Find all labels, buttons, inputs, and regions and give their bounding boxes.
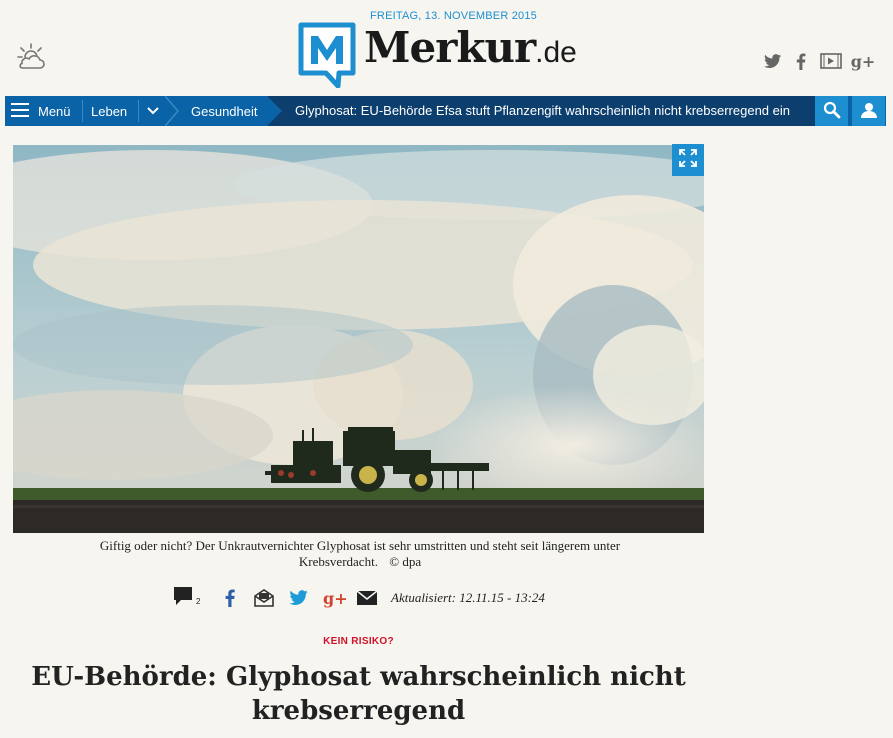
video-icon[interactable] bbox=[820, 50, 842, 72]
article-kicker: KEIN RISIKO? bbox=[323, 636, 394, 647]
breadcrumb-gesundheit[interactable]: Gesundheit bbox=[191, 96, 258, 126]
comment-icon bbox=[173, 586, 193, 611]
menu-button[interactable]: Menü bbox=[11, 96, 71, 126]
expand-image-button[interactable] bbox=[672, 144, 704, 176]
facebook-icon[interactable] bbox=[790, 50, 812, 72]
chevron-down-icon[interactable] bbox=[146, 96, 160, 126]
merkur-logo-text: Merkur.de bbox=[364, 22, 577, 79]
twitter-icon[interactable] bbox=[762, 50, 784, 72]
merkur-logo[interactable]: Merkur.de bbox=[298, 22, 598, 89]
nav-headline-link[interactable]: Glyphosat: EU-Behörde Efsa stuft Pflanze… bbox=[295, 96, 790, 126]
email-share-icon[interactable] bbox=[357, 586, 377, 610]
breadcrumb-leben[interactable]: Leben bbox=[91, 96, 127, 126]
comment-count: 2 bbox=[196, 596, 201, 606]
nav-divider bbox=[138, 100, 139, 122]
caption-text: Giftig oder nicht? Der Unkrautvernichter… bbox=[99, 538, 621, 569]
menu-label: Menü bbox=[38, 103, 71, 119]
google-plus-icon[interactable]: g+ bbox=[851, 50, 876, 72]
search-icon bbox=[823, 101, 841, 122]
facebook-share-icon[interactable] bbox=[225, 586, 235, 610]
weather-cloud-sun-icon[interactable] bbox=[16, 42, 46, 72]
fullscreen-icon bbox=[679, 148, 697, 172]
logo-tld: .de bbox=[535, 36, 577, 69]
nav-divider bbox=[82, 100, 83, 122]
print-email-icon[interactable] bbox=[254, 586, 274, 610]
article-hero-image[interactable] bbox=[13, 145, 704, 533]
image-caption: Giftig oder nicht? Der Unkrautvernichter… bbox=[70, 538, 650, 570]
updated-timestamp: Aktualisiert: 12.11.15 - 13:24 bbox=[391, 590, 545, 605]
user-icon bbox=[860, 102, 877, 121]
breadcrumb-arrow bbox=[165, 96, 179, 126]
image-credit: © dpa bbox=[389, 554, 422, 569]
main-navigation: Menü Leben Gesundheit Glyphosat: EU-Behö… bbox=[5, 96, 886, 126]
logo-name: Merkur bbox=[364, 23, 536, 72]
hamburger-icon bbox=[11, 102, 29, 120]
google-plus-share-icon[interactable]: g+ bbox=[323, 586, 348, 610]
article-title: EU-Behörde: Glyphosat wahrscheinlich nic… bbox=[31, 662, 686, 726]
comments-button[interactable]: 2 bbox=[173, 586, 200, 610]
search-button[interactable] bbox=[815, 96, 848, 126]
header-date: FREITAG, 13. NOVEMBER 2015 bbox=[370, 10, 537, 22]
twitter-share-icon[interactable] bbox=[289, 586, 309, 610]
user-button[interactable] bbox=[852, 96, 885, 126]
merkur-logo-mark-icon bbox=[298, 22, 356, 89]
